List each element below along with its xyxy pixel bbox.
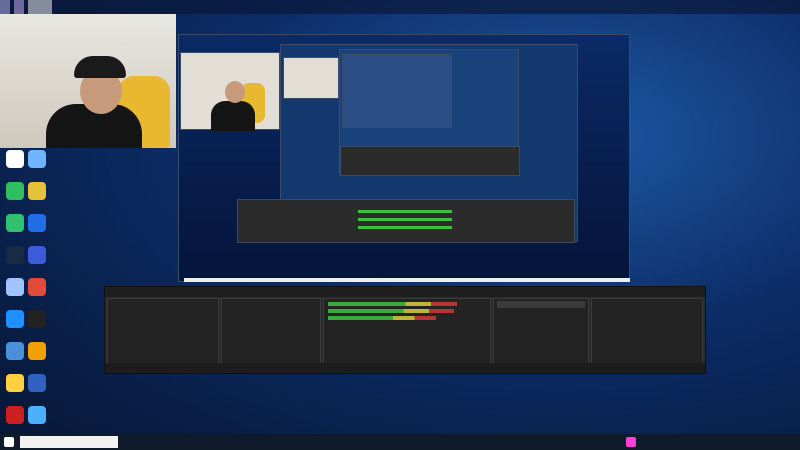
desktop-icon-2[interactable]: [24, 150, 50, 168]
app-icon: [28, 278, 46, 296]
preview-taskbar: [184, 278, 630, 282]
app-icon: [28, 150, 46, 168]
app-icon: [28, 374, 46, 392]
mixer-volume-meter[interactable]: [328, 302, 457, 306]
desktop-icon-14[interactable]: [24, 342, 50, 360]
app-icon: [6, 182, 24, 200]
mixer-volume-meter[interactable]: [328, 316, 436, 320]
desktop-icon-10[interactable]: [24, 278, 50, 296]
audio-mixer-panel: [323, 298, 491, 364]
app-icon: [6, 374, 24, 392]
preview-obs-2: [237, 199, 575, 243]
obs-statusbar: [105, 363, 705, 373]
preview-webcam: [180, 52, 280, 131]
obs-preview-canvas: [178, 34, 630, 282]
app-icon: [28, 342, 46, 360]
taskbar-search-input[interactable]: [20, 436, 118, 448]
desktop-icon-4[interactable]: [24, 182, 50, 200]
app-icon: [6, 310, 24, 328]
desktop-icon-18[interactable]: [24, 406, 50, 424]
app-icon: [6, 150, 24, 168]
preview-obs-3: [340, 146, 520, 176]
preview-layer-2: [237, 44, 578, 243]
streamer-cap: [74, 56, 126, 78]
mixer-volume-meter[interactable]: [328, 309, 454, 313]
obs-window: [104, 286, 706, 374]
start-icon[interactable]: [4, 437, 14, 447]
app-icon: [28, 246, 46, 264]
controls-panel: [591, 298, 703, 364]
app-icon: [6, 342, 24, 360]
desktop-icon-6[interactable]: [24, 214, 50, 232]
scenes-panel[interactable]: [107, 298, 219, 364]
transitions-panel: [493, 298, 589, 364]
app-icon: [28, 214, 46, 232]
app-icon: [28, 182, 46, 200]
obs-title: [105, 287, 705, 297]
webcam-feed: [0, 14, 176, 148]
desktop-icon-8[interactable]: [24, 246, 50, 264]
app-icon: [6, 406, 24, 424]
tray-icons-strip: [0, 0, 52, 14]
preview-layer-4: [342, 54, 452, 128]
app-icon: [6, 246, 24, 264]
app-icon: [28, 310, 46, 328]
sources-panel[interactable]: [221, 298, 321, 364]
tray-app-icon[interactable]: [626, 437, 636, 447]
preview-webcam-2: [283, 57, 339, 99]
preview-layer-3: [339, 49, 520, 176]
top-marquee: [0, 0, 800, 14]
desktop-icon-16[interactable]: [24, 374, 50, 392]
app-icon: [28, 406, 46, 424]
transition-type-select[interactable]: [497, 301, 585, 308]
app-icon: [6, 214, 24, 232]
mixer-list: [324, 302, 490, 320]
taskbar: [0, 434, 800, 450]
desktop-icon-12[interactable]: [24, 310, 50, 328]
app-icon: [6, 278, 24, 296]
